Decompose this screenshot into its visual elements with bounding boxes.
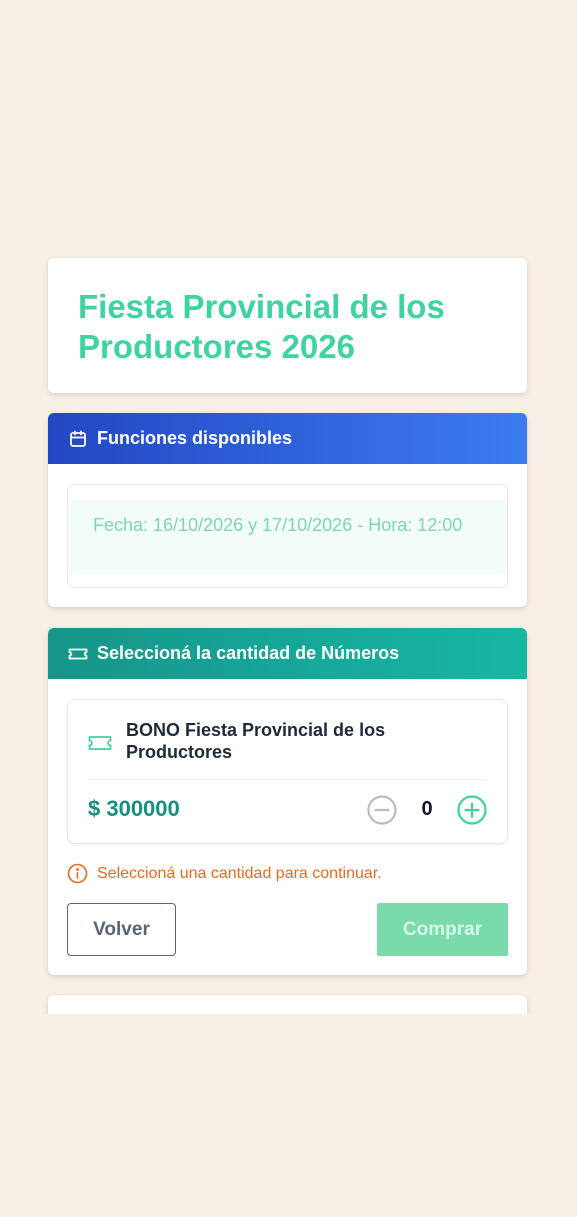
- numeros-header-label: Seleccioná la cantidad de Números: [97, 643, 400, 663]
- ticket-icon: [88, 731, 112, 755]
- back-button[interactable]: Volver: [67, 903, 176, 956]
- page-viewport[interactable]: Fiesta Provincial de los Productores 202…: [0, 0, 577, 1014]
- quantity-warning: Seleccioná una cantidad para continuar.: [67, 863, 382, 884]
- warning-text: Seleccioná una cantidad para continuar.: [97, 864, 382, 882]
- funcion-item[interactable]: Fecha: 16/10/2026 y 17/10/2026 - Hora: 1…: [69, 500, 506, 574]
- ticket-icon: [68, 644, 88, 664]
- ticket-head: BONO Fiesta Provincial de los Productore…: [88, 719, 487, 779]
- event-title: Fiesta Provincial de los Productores 202…: [78, 288, 445, 365]
- plus-circle-icon[interactable]: [456, 794, 488, 826]
- ticket-divider: [88, 779, 487, 780]
- ticket-price: $ 300000: [88, 796, 180, 821]
- quantity-value: 0: [421, 798, 433, 820]
- numeros-header: Seleccioná la cantidad de Números: [48, 628, 527, 679]
- minus-circle-icon[interactable]: [366, 794, 398, 826]
- ticket-item: BONO Fiesta Provincial de los Productore…: [67, 699, 508, 844]
- funciones-card: Funciones disponibles Fecha: 16/10/2026 …: [48, 413, 527, 607]
- funciones-list: Fecha: 16/10/2026 y 17/10/2026 - Hora: 1…: [67, 484, 508, 588]
- quantity-stepper: 0: [366, 794, 488, 826]
- ticket-name: BONO Fiesta Provincial de los Productore…: [126, 720, 386, 762]
- event-title-card: Fiesta Provincial de los Productores 202…: [48, 258, 527, 393]
- next-card: [48, 995, 527, 1014]
- buy-button[interactable]: Comprar: [377, 903, 508, 956]
- info-icon: [67, 863, 88, 884]
- funciones-header-label: Funciones disponibles: [97, 428, 293, 448]
- funciones-header: Funciones disponibles: [48, 413, 527, 464]
- calendar-icon: [68, 429, 88, 449]
- numeros-card: Seleccioná la cantidad de Números BONO F…: [48, 628, 527, 975]
